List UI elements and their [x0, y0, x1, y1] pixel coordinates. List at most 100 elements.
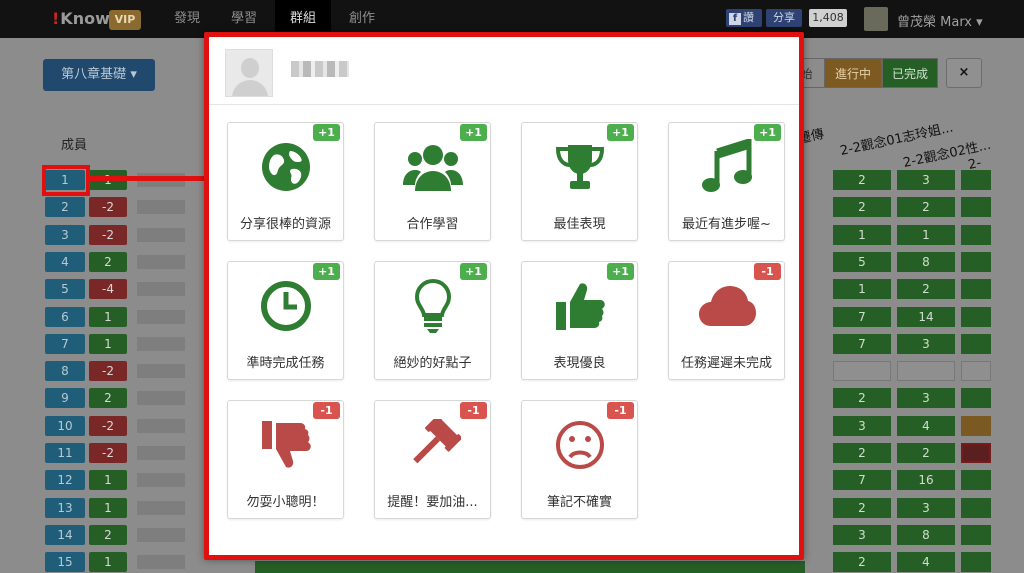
progress-cell[interactable]: 4: [897, 415, 955, 436]
award-card[interactable]: -1 任務遲遲未完成: [668, 261, 785, 380]
share-button[interactable]: 分享: [766, 9, 802, 27]
award-card[interactable]: +1 最佳表現: [521, 122, 638, 241]
close-button[interactable]: ×: [946, 58, 982, 88]
points-badge: +1: [313, 263, 340, 280]
member-name-blurred: [137, 282, 185, 297]
award-card[interactable]: -1 勿耍小聰明！: [227, 400, 344, 519]
member-number-button[interactable]: 13: [45, 497, 85, 518]
member-number-button[interactable]: 8: [45, 361, 85, 382]
member-score: -4: [89, 279, 127, 300]
award-card[interactable]: +1 最近有進步喔~: [668, 122, 785, 241]
progress-cell[interactable]: [961, 388, 991, 409]
award-card[interactable]: -1 提醒！要加油...: [374, 400, 491, 519]
award-label: 最近有進步喔~: [682, 217, 771, 232]
progress-cell[interactable]: 2: [897, 279, 955, 300]
member-number-button[interactable]: 10: [45, 415, 85, 436]
member-name-blurred: [291, 61, 349, 77]
progress-cell[interactable]: 8: [897, 251, 955, 272]
progress-cell[interactable]: [961, 497, 991, 518]
facebook-like-button[interactable]: f讚: [726, 9, 762, 27]
progress-cell[interactable]: 1: [897, 224, 955, 245]
award-card[interactable]: +1 絕妙的好點子: [374, 261, 491, 380]
member-name-blurred: [137, 200, 185, 215]
progress-cell[interactable]: 2: [833, 443, 891, 463]
award-card[interactable]: +1 準時完成任務: [227, 261, 344, 380]
progress-cell[interactable]: 3: [833, 415, 891, 436]
progress-cell[interactable]: [961, 197, 991, 218]
progress-cell[interactable]: [961, 361, 991, 382]
member-name-blurred: [137, 446, 185, 460]
award-card[interactable]: -1 筆記不確實: [521, 400, 638, 519]
member-name-blurred: [137, 391, 185, 406]
progress-cell[interactable]: 2: [897, 197, 955, 218]
award-card[interactable]: +1 表現優良: [521, 261, 638, 380]
music-note-icon: [697, 139, 757, 195]
progress-cell[interactable]: 7: [833, 333, 891, 354]
status-done-button[interactable]: 已完成: [882, 58, 938, 88]
progress-cell[interactable]: 14: [897, 306, 955, 327]
progress-cell[interactable]: 1: [833, 279, 891, 300]
status-in-progress-button[interactable]: 進行中: [824, 58, 882, 88]
progress-cell[interactable]: [897, 361, 955, 382]
progress-cell[interactable]: 7: [833, 306, 891, 327]
progress-cell[interactable]: [961, 170, 991, 190]
progress-cell[interactable]: [961, 306, 991, 327]
progress-cell[interactable]: [961, 251, 991, 272]
member-number-button[interactable]: 15: [45, 552, 85, 573]
progress-cell[interactable]: [833, 361, 891, 382]
member-number-button[interactable]: 7: [45, 333, 85, 354]
member-number-button[interactable]: 9: [45, 388, 85, 409]
member-number-button[interactable]: 11: [45, 443, 85, 463]
member-number-button[interactable]: 3: [45, 224, 85, 245]
user-avatar[interactable]: [864, 7, 888, 31]
award-card[interactable]: +1 分享很棒的資源: [227, 122, 344, 241]
progress-cell[interactable]: 16: [897, 470, 955, 491]
member-number-button[interactable]: 6: [45, 306, 85, 327]
member-number-button[interactable]: 14: [45, 524, 85, 545]
progress-cell[interactable]: 2: [833, 388, 891, 409]
progress-cell[interactable]: 2: [833, 170, 891, 190]
progress-cell[interactable]: 2: [833, 197, 891, 218]
member-score: 2: [89, 251, 127, 272]
logo[interactable]: !Know: [52, 9, 110, 28]
facebook-icon: f: [729, 13, 741, 25]
award-card[interactable]: +1 合作學習: [374, 122, 491, 241]
progress-cell[interactable]: 8: [897, 524, 955, 545]
progress-cell[interactable]: [961, 470, 991, 491]
progress-cell[interactable]: 3: [897, 388, 955, 409]
member-number-button[interactable]: 2: [45, 197, 85, 218]
progress-cell[interactable]: 3: [833, 524, 891, 545]
progress-cell[interactable]: [961, 279, 991, 300]
member-number-button[interactable]: 12: [45, 470, 85, 491]
member-score: -2: [89, 197, 127, 218]
vip-badge[interactable]: VIP: [109, 10, 141, 30]
member-number-button[interactable]: 5: [45, 279, 85, 300]
progress-cell[interactable]: [961, 224, 991, 245]
member-name-blurred: [137, 227, 185, 242]
points-badge: -1: [607, 402, 634, 419]
chapter-dropdown[interactable]: 第八章基礎 ▾: [43, 59, 155, 91]
progress-cell[interactable]: [961, 552, 991, 573]
progress-cell[interactable]: 7: [833, 470, 891, 491]
award-label: 勿耍小聰明！: [246, 495, 325, 510]
facebook-like-label: 讚: [743, 11, 754, 24]
progress-cell[interactable]: [961, 415, 991, 436]
progress-cell[interactable]: 2: [897, 443, 955, 463]
member-score: -2: [89, 224, 127, 245]
progress-cell[interactable]: 3: [897, 170, 955, 190]
progress-cell[interactable]: 2: [833, 552, 891, 573]
award-label: 最佳表現: [553, 217, 606, 232]
frown-icon: [550, 417, 610, 473]
progress-cell[interactable]: 4: [897, 552, 955, 573]
progress-cell[interactable]: 3: [897, 333, 955, 354]
progress-cell[interactable]: 2: [833, 497, 891, 518]
points-badge: +1: [607, 124, 634, 141]
progress-cell[interactable]: 1: [833, 224, 891, 245]
user-menu[interactable]: 曾茂榮 Marx ▾: [897, 11, 983, 30]
progress-cell[interactable]: [961, 333, 991, 354]
member-number-button[interactable]: 4: [45, 251, 85, 272]
progress-cell[interactable]: 3: [897, 497, 955, 518]
progress-cell[interactable]: 5: [833, 251, 891, 272]
progress-cell[interactable]: [961, 524, 991, 545]
progress-cell[interactable]: [961, 443, 991, 463]
